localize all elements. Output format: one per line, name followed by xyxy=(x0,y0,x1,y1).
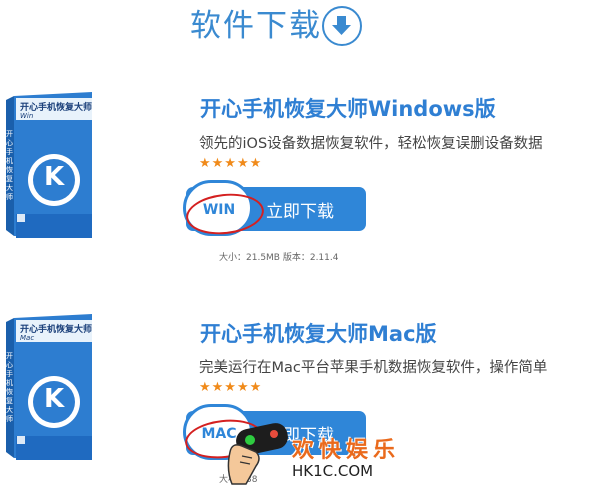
watermark-text-en: HK1C.COM xyxy=(292,462,374,480)
box-side-label: 开心手机恢复大师 xyxy=(6,130,13,201)
box-logo: K xyxy=(44,384,65,414)
windows-product-description: 领先的iOS设备数据恢复软件，轻松恢复误删设备数据 xyxy=(199,136,543,152)
hand-holding-gamepad-icon xyxy=(227,423,288,485)
windows-file-meta: 大小：21.5MB 版本：2.11.4 xyxy=(219,253,339,263)
mac-rating-stars: ★★★★★ xyxy=(199,380,263,395)
box-platform: Mac xyxy=(20,334,35,342)
box-logo: K xyxy=(44,162,65,192)
mac-product-title: 开心手机恢复大师Mac版 xyxy=(200,322,437,346)
box-side-label: 开心手机恢复大师 xyxy=(6,352,13,423)
box-platform: Win xyxy=(20,112,34,120)
mac-product-description: 完美运行在Mac平台苹果手机数据恢复软件，操作简单 xyxy=(199,360,548,376)
mac-product-box-image: 开心手机恢复大师 Mac 开心手机恢复大师 K xyxy=(6,312,98,462)
section-title: 软件下载 xyxy=(190,8,322,44)
windows-product-box-image: 开心手机恢复大师 Win 开心手机恢复大师 K xyxy=(6,90,98,240)
windows-rating-stars: ★★★★★ xyxy=(199,156,263,171)
windows-product-title: 开心手机恢复大师Windows版 xyxy=(200,97,496,121)
download-arrow-icon xyxy=(322,6,362,46)
watermark-text-cn: 欢快娱乐 xyxy=(292,438,401,463)
download-button-label: 立即下载 xyxy=(266,202,334,222)
watermark: 欢快娱乐 HK1C.COM xyxy=(222,412,395,488)
